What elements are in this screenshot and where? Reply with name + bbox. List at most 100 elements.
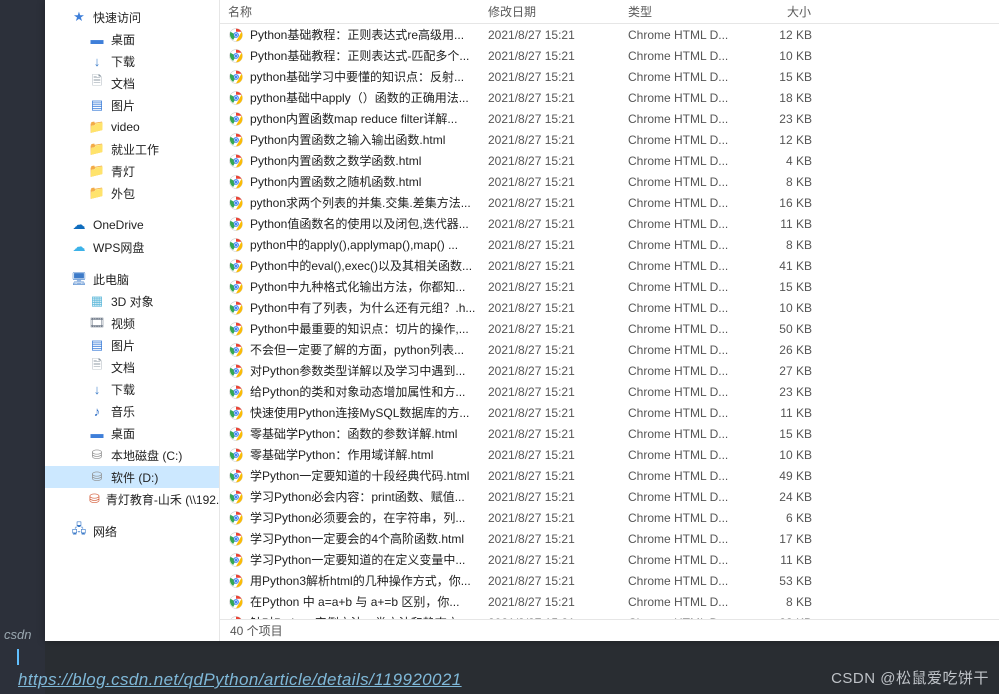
wps-cloud-icon: ☁ bbox=[71, 239, 87, 255]
file-list[interactable]: Python基础教程：正则表达式re高级用...2021/8/27 15:21C… bbox=[220, 24, 999, 619]
file-row[interactable]: Python值函数名的使用以及闭包,迭代器...2021/8/27 15:21C… bbox=[220, 213, 999, 234]
file-size: 17 KB bbox=[740, 532, 820, 546]
chrome-icon bbox=[228, 573, 244, 589]
file-size: 15 KB bbox=[740, 280, 820, 294]
file-type: Chrome HTML D... bbox=[620, 133, 740, 147]
file-date: 2021/8/27 15:21 bbox=[480, 133, 620, 147]
sidebar-item-this-pc[interactable]: 🖥 此电脑 bbox=[45, 268, 219, 290]
sidebar-item-wps[interactable]: ☁ WPS网盘 bbox=[45, 236, 219, 258]
sidebar-item-onedrive[interactable]: ☁ OneDrive bbox=[45, 214, 219, 236]
file-row[interactable]: 学习Python一定要知道的在定义变量中...2021/8/27 15:21Ch… bbox=[220, 549, 999, 570]
file-size: 10 KB bbox=[740, 301, 820, 315]
file-date: 2021/8/27 15:21 bbox=[480, 490, 620, 504]
sidebar-item-pictures-pc[interactable]: ▤ 图片 bbox=[45, 334, 219, 356]
file-row[interactable]: Python中九种格式化输出方法，你都知...2021/8/27 15:21Ch… bbox=[220, 276, 999, 297]
sidebar-item-label: 青灯 bbox=[111, 163, 135, 180]
file-date: 2021/8/27 15:21 bbox=[480, 196, 620, 210]
sidebar-item-documents[interactable]: 🗎 文档 bbox=[45, 72, 219, 94]
file-type: Chrome HTML D... bbox=[620, 154, 740, 168]
file-size: 26 KB bbox=[740, 343, 820, 357]
chrome-icon bbox=[228, 195, 244, 211]
file-row[interactable]: 学习Python必会内容：print函数、赋值...2021/8/27 15:2… bbox=[220, 486, 999, 507]
chrome-icon bbox=[228, 69, 244, 85]
file-type: Chrome HTML D... bbox=[620, 28, 740, 42]
chrome-icon bbox=[228, 426, 244, 442]
file-type: Chrome HTML D... bbox=[620, 595, 740, 609]
chrome-icon bbox=[228, 27, 244, 43]
sidebar-item-label: 快速访问 bbox=[93, 9, 141, 26]
status-item-count: 40 个项目 bbox=[230, 622, 283, 639]
file-list-header[interactable]: 名称 修改日期 类型 大小 bbox=[220, 0, 999, 24]
column-header-name[interactable]: 名称 bbox=[220, 3, 480, 20]
sidebar-item-waibao[interactable]: 📁 外包 bbox=[45, 182, 219, 204]
sidebar-item-downloads-pc[interactable]: ↓ 下载 bbox=[45, 378, 219, 400]
sidebar-item-jobs[interactable]: 📁 就业工作 bbox=[45, 138, 219, 160]
folder-icon: 📁 bbox=[89, 185, 105, 201]
sidebar-item-desktop-pc[interactable]: ▬ 桌面 bbox=[45, 422, 219, 444]
file-row[interactable]: Python中有了列表，为什么还有元组？.h...2021/8/27 15:21… bbox=[220, 297, 999, 318]
sidebar-item-label: 此电脑 bbox=[93, 271, 129, 288]
sidebar-item-netshare[interactable]: ⛁ 青灯教育-山禾 (\\192. bbox=[45, 488, 219, 510]
file-row[interactable]: python求两个列表的并集.交集.差集方法...2021/8/27 15:21… bbox=[220, 192, 999, 213]
sidebar-item-downloads[interactable]: ↓ 下载 bbox=[45, 50, 219, 72]
file-row[interactable]: Python基础教程：正则表达式re高级用...2021/8/27 15:21C… bbox=[220, 24, 999, 45]
file-row[interactable]: 在Python 中 a=a+b 与 a+=b 区别，你...2021/8/27 … bbox=[220, 591, 999, 612]
file-row[interactable]: 快速使用Python连接MySQL数据库的方...2021/8/27 15:21… bbox=[220, 402, 999, 423]
file-row[interactable]: 对Python参数类型详解以及学习中遇到...2021/8/27 15:21Ch… bbox=[220, 360, 999, 381]
file-row[interactable]: 用Python3解析html的几种操作方式，你...2021/8/27 15:2… bbox=[220, 570, 999, 591]
chrome-icon bbox=[228, 258, 244, 274]
this-pc-icon: 🖥 bbox=[71, 271, 87, 287]
chrome-icon bbox=[228, 594, 244, 610]
file-row[interactable]: Python内置函数之随机函数.html2021/8/27 15:21Chrom… bbox=[220, 171, 999, 192]
column-header-date[interactable]: 修改日期 bbox=[480, 3, 620, 20]
sidebar-item-label: 图片 bbox=[111, 97, 135, 114]
file-date: 2021/8/27 15:21 bbox=[480, 217, 620, 231]
sidebar-item-videos[interactable]: 🎞 视频 bbox=[45, 312, 219, 334]
file-row[interactable]: python基础学习中要懂的知识点：反射...2021/8/27 15:21Ch… bbox=[220, 66, 999, 87]
file-size: 11 KB bbox=[740, 406, 820, 420]
file-row[interactable]: Python中最重要的知识点：切片的操作,...2021/8/27 15:21C… bbox=[220, 318, 999, 339]
file-explorer-window: ★ 快速访问 ▬ 桌面 ↓ 下载 🗎 文档 ▤ 图片 bbox=[45, 0, 999, 641]
file-row[interactable]: 学习Python一定要会的4个高阶函数.html2021/8/27 15:21C… bbox=[220, 528, 999, 549]
file-row[interactable]: python中的apply(),applymap(),map() ...2021… bbox=[220, 234, 999, 255]
file-row[interactable]: 零基础学Python：函数的参数详解.html2021/8/27 15:21Ch… bbox=[220, 423, 999, 444]
sidebar-item-video[interactable]: 📁 video bbox=[45, 116, 219, 138]
3d-objects-icon: ▦ bbox=[89, 293, 105, 309]
sidebar-item-music[interactable]: ♪ 音乐 bbox=[45, 400, 219, 422]
file-date: 2021/8/27 15:21 bbox=[480, 532, 620, 546]
sidebar-item-qingdeng[interactable]: 📁 青灯 bbox=[45, 160, 219, 182]
file-type: Chrome HTML D... bbox=[620, 49, 740, 63]
file-date: 2021/8/27 15:21 bbox=[480, 553, 620, 567]
sidebar-item-pictures[interactable]: ▤ 图片 bbox=[45, 94, 219, 116]
file-list-pane: 名称 修改日期 类型 大小 Python基础教程：正则表达式re高级用...20… bbox=[220, 0, 999, 641]
file-type: Chrome HTML D... bbox=[620, 322, 740, 336]
sidebar-item-local-disk[interactable]: ⛁ 本地磁盘 (C:) bbox=[45, 444, 219, 466]
file-row[interactable]: Python内置函数之输入输出函数.html2021/8/27 15:21Chr… bbox=[220, 129, 999, 150]
file-date: 2021/8/27 15:21 bbox=[480, 448, 620, 462]
sidebar-item-quick-access[interactable]: ★ 快速访问 bbox=[45, 6, 219, 28]
sidebar-item-desktop[interactable]: ▬ 桌面 bbox=[45, 28, 219, 50]
file-row[interactable]: 学习Python必须要会的，在字符串，列...2021/8/27 15:21Ch… bbox=[220, 507, 999, 528]
file-row[interactable]: Python中的eval(),exec()以及其相关函数...2021/8/27… bbox=[220, 255, 999, 276]
sidebar-item-software-d[interactable]: ⛁ 软件 (D:) bbox=[45, 466, 219, 488]
file-row[interactable]: 给Python的类和对象动态增加属性和方...2021/8/27 15:21Ch… bbox=[220, 381, 999, 402]
file-row[interactable]: 不会但一定要了解的方面，python列表...2021/8/27 15:21Ch… bbox=[220, 339, 999, 360]
file-row[interactable]: python基础中apply（）函数的正确用法...2021/8/27 15:2… bbox=[220, 87, 999, 108]
file-row[interactable]: python内置函数map reduce filter详解...2021/8/2… bbox=[220, 108, 999, 129]
sidebar-item-label: 就业工作 bbox=[111, 141, 159, 158]
column-header-type[interactable]: 类型 bbox=[620, 3, 740, 20]
sidebar-item-documents-pc[interactable]: 🗎 文档 bbox=[45, 356, 219, 378]
sidebar-item-network[interactable]: 🖧 网络 bbox=[45, 520, 219, 542]
column-header-size[interactable]: 大小 bbox=[740, 3, 820, 20]
sidebar-item-3d[interactable]: ▦ 3D 对象 bbox=[45, 290, 219, 312]
file-name: Python内置函数之随机函数.html bbox=[250, 173, 421, 190]
file-row[interactable]: Python内置函数之数学函数.html2021/8/27 15:21Chrom… bbox=[220, 150, 999, 171]
file-date: 2021/8/27 15:21 bbox=[480, 28, 620, 42]
file-row[interactable]: 针对Python 实例方法、类方法和静态方...2021/8/27 15:21C… bbox=[220, 612, 999, 619]
file-row[interactable]: 零基础学Python：作用域详解.html2021/8/27 15:21Chro… bbox=[220, 444, 999, 465]
navigation-pane[interactable]: ★ 快速访问 ▬ 桌面 ↓ 下载 🗎 文档 ▤ 图片 bbox=[45, 0, 220, 641]
file-row[interactable]: Python基础教程：正则表达式-匹配多个...2021/8/27 15:21C… bbox=[220, 45, 999, 66]
file-name: 学Python一定要知道的十段经典代码.html bbox=[250, 467, 469, 484]
file-row[interactable]: 学Python一定要知道的十段经典代码.html2021/8/27 15:21C… bbox=[220, 465, 999, 486]
status-bar: 40 个项目 bbox=[220, 619, 999, 641]
